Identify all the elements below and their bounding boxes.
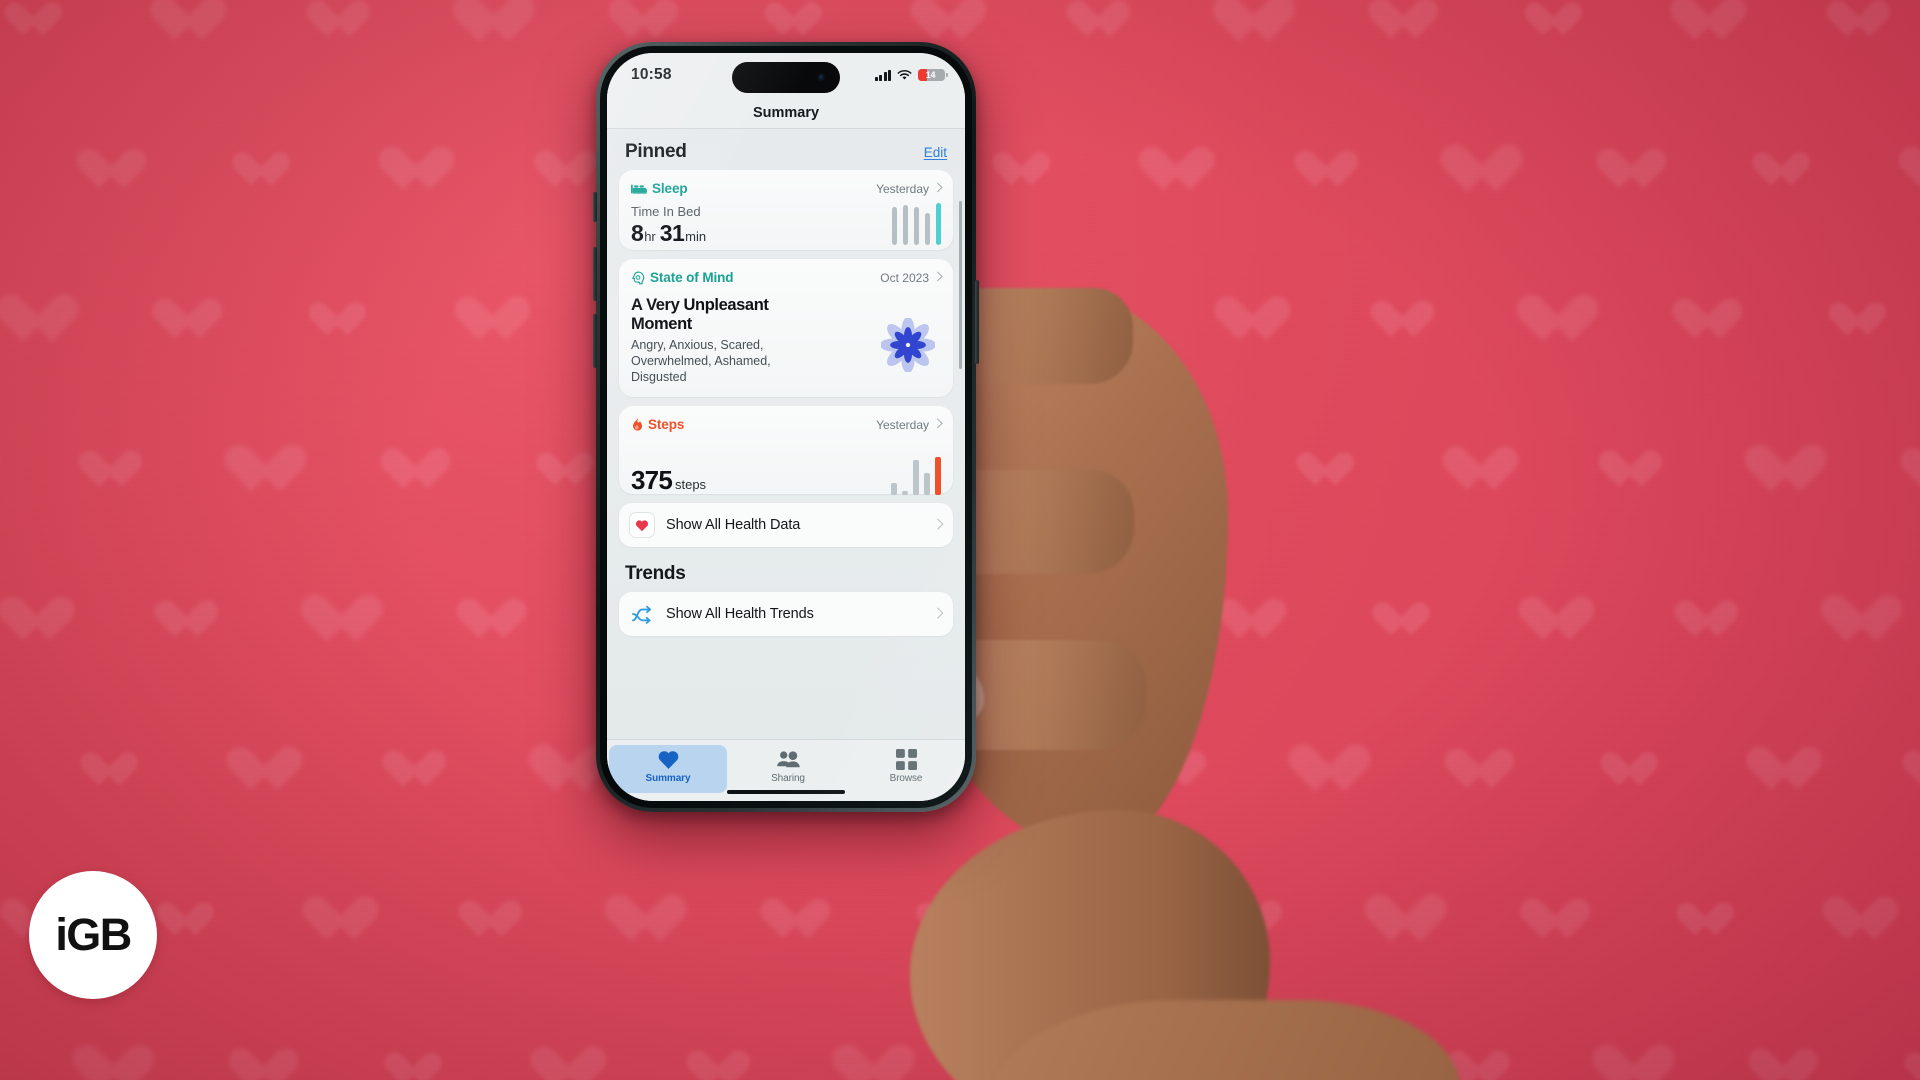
bar — [913, 206, 919, 245]
steps-unit: steps — [674, 477, 707, 492]
time-in-bed-label: Time In Bed — [631, 204, 701, 219]
sleep-hours-unit: hr — [644, 229, 656, 244]
tab-browse-label: Browse — [889, 773, 923, 784]
battery-level-text: 14 — [925, 70, 936, 80]
state-of-mind-card-header: State of Mind Oct 2023 — [631, 268, 941, 287]
dynamic-island — [732, 62, 840, 93]
bar — [902, 204, 908, 245]
power-button[interactable] — [975, 280, 979, 364]
igb-watermark-logo: iGB — [29, 871, 157, 999]
edit-button[interactable]: Edit — [924, 145, 947, 160]
steps-card-title: Steps — [648, 417, 685, 432]
trends-section-header: Trends — [619, 551, 953, 592]
sleep-minutes-value: 31 — [659, 220, 685, 246]
steps-card-body: 375 steps — [631, 456, 941, 496]
sleep-metric-block: Time In Bed 8hr 31min — [631, 204, 710, 247]
state-of-mind-headline: A Very Unpleasant Moment — [631, 296, 769, 334]
head-profile-icon — [632, 270, 645, 284]
tab-bar: Summary Sharing Browse — [607, 739, 965, 801]
tab-summary-label: Summary — [645, 773, 691, 784]
pinned-title: Pinned — [625, 141, 687, 162]
summary-scroll-view[interactable]: Pinned Edit Sleep Yesterday Time In Bed … — [607, 129, 965, 739]
sleep-card-meta: Yesterday — [876, 181, 929, 196]
state-of-mind-card-meta: Oct 2023 — [880, 270, 929, 285]
heart-icon — [658, 751, 678, 769]
chevron-right-icon — [934, 272, 941, 284]
steps-card[interactable]: Steps Yesterday 375 steps — [619, 406, 953, 496]
tab-sharing-label: Sharing — [771, 773, 805, 784]
sleep-card-meta-group: Yesterday — [876, 182, 941, 196]
chevron-right-icon — [934, 519, 941, 531]
state-of-mind-text-column: A Very Unpleasant Moment Angry, Anxious,… — [631, 296, 826, 385]
show-all-health-trends-label: Show All Health Trends — [666, 606, 814, 622]
sleep-card[interactable]: Sleep Yesterday Time In Bed 8hr 31min — [619, 170, 953, 250]
igb-logo-text: iGB — [55, 909, 132, 960]
steps-card-header: Steps Yesterday — [631, 415, 941, 434]
home-indicator[interactable] — [727, 789, 845, 794]
sleep-card-title: Sleep — [652, 181, 688, 196]
flame-icon — [633, 417, 643, 431]
page-title: Summary — [752, 104, 820, 121]
bar — [923, 473, 930, 495]
state-of-mind-card-body: A Very Unpleasant Moment Angry, Anxious,… — [631, 296, 941, 385]
show-all-health-trends-row[interactable]: Show All Health Trends — [619, 592, 953, 636]
heart-icon — [629, 512, 655, 538]
steps-bar-chart — [890, 456, 941, 496]
chevron-right-icon — [934, 608, 941, 620]
state-of-mind-emotions: Angry, Anxious, Scared, Overwhelmed, Ash… — [631, 338, 771, 385]
sleep-card-body: Time In Bed 8hr 31min — [631, 203, 941, 247]
chevron-right-icon — [934, 419, 941, 431]
tab-sharing[interactable]: Sharing — [729, 745, 847, 793]
flower-icon — [881, 318, 935, 372]
trends-title: Trends — [625, 563, 686, 584]
tab-summary[interactable]: Summary — [609, 745, 727, 793]
sleep-hours-value: 8 — [631, 220, 644, 246]
state-of-mind-card[interactable]: State of Mind Oct 2023 A Very Unpleasant… — [619, 259, 953, 397]
sleep-minutes-unit: min — [685, 229, 707, 244]
iphone-device: 10:58 14 Summary Pinned Edit Sleep Yeste… — [593, 42, 979, 812]
chevron-right-icon — [934, 183, 941, 195]
status-clock: 10:58 — [631, 66, 672, 83]
bar — [924, 212, 930, 245]
state-of-mind-card-title: State of Mind — [650, 270, 734, 285]
pinned-section-header: Pinned Edit — [619, 129, 953, 170]
steps-card-meta: Yesterday — [876, 417, 929, 432]
battery-indicator: 14 — [918, 68, 948, 82]
state-of-mind-meta-group: Oct 2023 — [880, 271, 941, 285]
tab-browse[interactable]: Browse — [847, 745, 965, 793]
volume-down-button[interactable] — [593, 314, 597, 368]
navigation-bar: Summary — [607, 97, 965, 129]
state-of-mind-title-group: State of Mind — [631, 270, 734, 285]
bar — [891, 206, 897, 245]
show-all-health-data-label: Show All Health Data — [666, 517, 801, 533]
time-in-bed-value: 8hr 31min — [631, 220, 710, 247]
bed-icon — [631, 183, 647, 194]
trends-icon — [629, 601, 655, 627]
bar — [901, 491, 908, 495]
steps-count: 375 — [631, 465, 673, 495]
status-indicators: 14 — [875, 68, 948, 82]
people-icon — [776, 751, 800, 768]
show-all-health-data-row[interactable]: Show All Health Data — [619, 503, 953, 547]
phone-screen: 10:58 14 Summary Pinned Edit Sleep Yeste… — [607, 53, 965, 801]
sleep-card-header: Sleep Yesterday — [631, 179, 941, 198]
mute-switch[interactable] — [593, 192, 597, 222]
steps-card-meta-group: Yesterday — [876, 418, 941, 432]
bar — [912, 459, 919, 495]
scroll-indicator[interactable] — [959, 201, 962, 369]
bar — [935, 203, 941, 245]
battery-tip — [945, 72, 948, 78]
sleep-card-title-group: Sleep — [631, 181, 688, 196]
grid-icon — [895, 749, 917, 770]
volume-up-button[interactable] — [593, 247, 597, 301]
sleep-bar-chart — [891, 203, 941, 247]
bar — [890, 482, 897, 495]
front-camera-icon — [818, 73, 826, 82]
cellular-signal-icon — [875, 69, 891, 81]
bar — [934, 457, 941, 495]
steps-value-block: 375 steps — [631, 465, 706, 496]
wifi-icon — [897, 69, 912, 80]
steps-card-title-group: Steps — [631, 417, 684, 432]
